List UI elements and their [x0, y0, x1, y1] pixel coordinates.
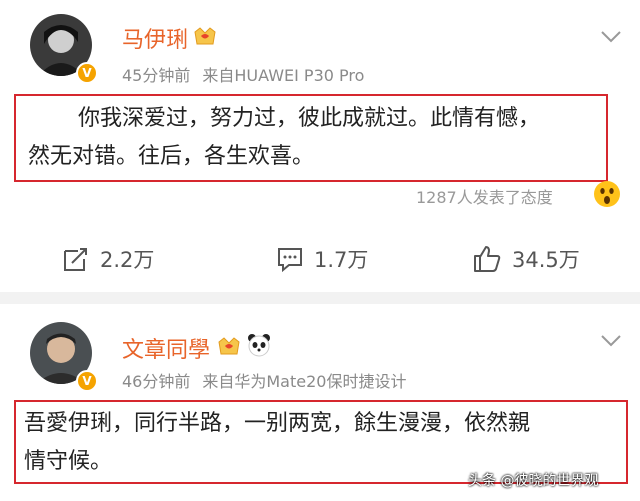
post-source: 来自HUAWEI P30 Pro	[202, 66, 365, 85]
post-time: 45分钟前	[122, 66, 191, 85]
like-button[interactable]: 34.5万	[472, 244, 580, 274]
repost-icon	[64, 248, 87, 271]
post-time: 46分钟前	[122, 372, 191, 391]
username[interactable]: 文章同學	[122, 332, 210, 364]
post-source: 来自华为Mate20保时捷设计	[202, 372, 407, 391]
post-text-line: 然无对错。往后，各生欢喜。	[28, 144, 315, 169]
repost-count: 2.2万	[100, 248, 155, 272]
crown-badge-icon	[194, 27, 216, 45]
comment-button[interactable]: 1.7万	[276, 244, 368, 274]
highlighted-text-box: 你我深爱过，努力过，彼此成就过。此情有憾， 然无对错。往后，各生欢喜。	[14, 94, 608, 182]
post-text-line: 你我深爱过，努力过，彼此成就过。此情有憾，	[78, 106, 541, 131]
post-text-line: 吾愛伊琍，同行半路，一别两宽，餘生漫漫，依然親	[24, 411, 531, 436]
chevron-down-icon[interactable]	[600, 30, 622, 44]
post-separator	[0, 292, 640, 304]
watermark: 头条 @彼晓的世界观	[468, 473, 599, 489]
reactions-count[interactable]: 1287人发表了态度	[416, 184, 553, 208]
like-count: 34.5万	[512, 248, 580, 272]
username[interactable]: 马伊琍	[122, 22, 188, 54]
chevron-down-icon[interactable]	[600, 334, 622, 348]
post-meta: 46分钟前 来自华为Mate20保时捷设计	[122, 368, 418, 392]
comment-icon	[278, 248, 302, 273]
verified-badge-icon: V	[76, 370, 98, 392]
post-meta: 45分钟前 来自HUAWEI P30 Pro	[122, 62, 376, 86]
post-text: 你我深爱过，努力过，彼此成就过。此情有憾， 然无对错。往后，各生欢喜。	[16, 96, 606, 176]
like-icon	[474, 246, 501, 272]
panda-icon	[248, 334, 270, 357]
verified-badge-icon: V	[76, 62, 98, 84]
wow-emoji-icon[interactable]	[593, 180, 621, 208]
comment-count: 1.7万	[314, 248, 369, 272]
crown-badge-icon	[218, 337, 240, 355]
repost-button[interactable]: 2.2万	[62, 244, 154, 274]
weibo-post-1: V 马伊琍 45分钟前 来自HUAWEI P30 Pro 你我深爱过，努力过，彼此…	[0, 0, 640, 292]
